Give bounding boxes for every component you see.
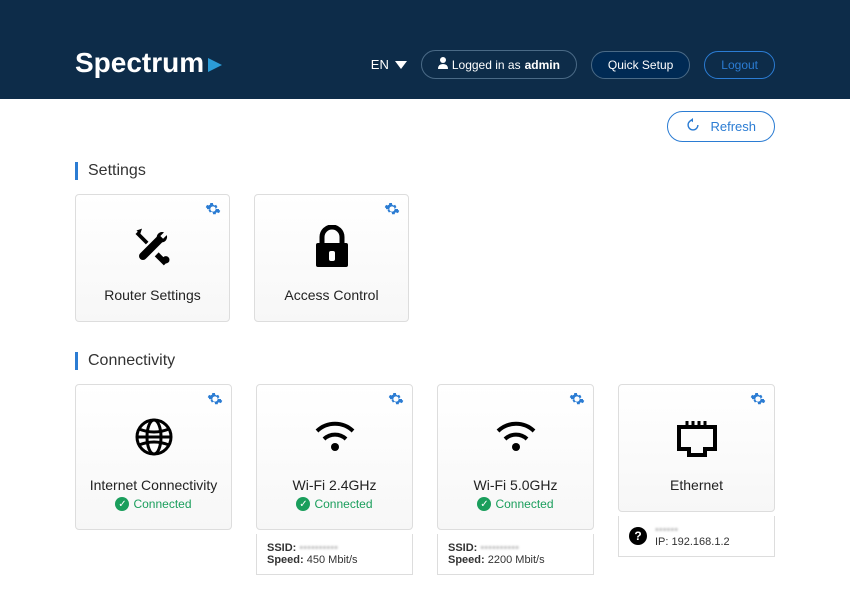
wifi24-details: SSID: •••••••••• Speed: 450 Mbit/s bbox=[256, 534, 413, 575]
question-icon: ? bbox=[629, 527, 647, 545]
wifi24-speed-label: Speed: bbox=[267, 554, 304, 566]
lock-icon bbox=[312, 219, 352, 275]
ethernet-icon bbox=[675, 409, 719, 465]
refresh-label: Refresh bbox=[710, 119, 756, 134]
gear-icon[interactable] bbox=[384, 201, 400, 222]
access-control-label: Access Control bbox=[284, 287, 378, 303]
language-selector[interactable]: EN bbox=[371, 57, 407, 72]
language-label: EN bbox=[371, 57, 389, 72]
wifi50-status-text: Connected bbox=[495, 497, 553, 511]
check-icon: ✓ bbox=[477, 497, 491, 511]
wifi24-block: Wi-Fi 2.4GHz ✓ Connected SSID: •••••••••… bbox=[256, 384, 413, 575]
wifi24-speed-value: 450 Mbit/s bbox=[307, 554, 358, 566]
connectivity-section-title: Connectivity bbox=[75, 352, 775, 370]
wifi50-status: ✓ Connected bbox=[477, 497, 553, 511]
ethernet-name: •••••• bbox=[655, 524, 730, 536]
wifi50-ssid-value: •••••••••• bbox=[480, 542, 519, 554]
check-icon: ✓ bbox=[296, 497, 310, 511]
wifi50-block: Wi-Fi 5.0GHz ✓ Connected SSID: •••••••••… bbox=[437, 384, 594, 575]
internet-card[interactable]: Internet Connectivity ✓ Connected bbox=[75, 384, 232, 530]
quick-setup-button[interactable]: Quick Setup bbox=[591, 51, 690, 79]
ethernet-ip-label: IP: bbox=[655, 536, 668, 548]
wifi50-card[interactable]: Wi-Fi 5.0GHz ✓ Connected bbox=[437, 384, 594, 530]
access-control-card[interactable]: Access Control bbox=[254, 194, 409, 322]
gear-icon[interactable] bbox=[388, 391, 404, 412]
internet-label: Internet Connectivity bbox=[90, 477, 218, 493]
brand-logo: Spectrum bbox=[75, 47, 222, 79]
globe-icon bbox=[134, 409, 174, 465]
wifi50-speed-value: 2200 Mbit/s bbox=[488, 554, 545, 566]
internet-block: Internet Connectivity ✓ Connected bbox=[75, 384, 232, 575]
router-settings-card[interactable]: Router Settings bbox=[75, 194, 230, 322]
wifi50-details: SSID: •••••••••• Speed: 2200 Mbit/s bbox=[437, 534, 594, 575]
logged-in-prefix: Logged in as bbox=[452, 58, 521, 72]
wifi-icon bbox=[496, 409, 536, 465]
internet-status: ✓ Connected bbox=[115, 497, 191, 511]
wifi24-ssid-value: •••••••••• bbox=[299, 542, 338, 554]
header: Spectrum EN Logged in as admin Quick Set… bbox=[0, 0, 850, 99]
wifi24-status: ✓ Connected bbox=[296, 497, 372, 511]
wifi50-label: Wi-Fi 5.0GHz bbox=[474, 477, 558, 493]
ethernet-block: Ethernet ? •••••• IP: 192.168.1.2 bbox=[618, 384, 775, 575]
wifi50-speed-label: Speed: bbox=[448, 554, 485, 566]
ethernet-card[interactable]: Ethernet bbox=[618, 384, 775, 512]
gear-icon[interactable] bbox=[569, 391, 585, 412]
refresh-icon bbox=[686, 118, 700, 135]
content: Settings Router Settings bbox=[0, 142, 850, 575]
ethernet-ip-value: 192.168.1.2 bbox=[672, 536, 730, 548]
ethernet-ip-line: •••••• IP: 192.168.1.2 bbox=[655, 524, 730, 548]
gear-icon[interactable] bbox=[205, 201, 221, 222]
settings-section-title: Settings bbox=[75, 162, 775, 180]
brand-play-icon bbox=[208, 47, 222, 79]
wifi24-status-text: Connected bbox=[314, 497, 372, 511]
gear-icon[interactable] bbox=[207, 391, 223, 412]
topbar: Refresh bbox=[0, 99, 850, 142]
settings-cards: Router Settings Access Control bbox=[75, 194, 775, 322]
internet-status-text: Connected bbox=[133, 497, 191, 511]
gear-icon[interactable] bbox=[750, 391, 766, 412]
user-icon bbox=[438, 57, 448, 72]
wifi24-card[interactable]: Wi-Fi 2.4GHz ✓ Connected bbox=[256, 384, 413, 530]
logged-in-user: admin bbox=[525, 58, 560, 72]
ethernet-label: Ethernet bbox=[670, 477, 723, 493]
connectivity-cards: Internet Connectivity ✓ Connected bbox=[75, 384, 775, 575]
wifi50-ssid-label: SSID: bbox=[448, 542, 477, 554]
refresh-button[interactable]: Refresh bbox=[667, 111, 775, 142]
check-icon: ✓ bbox=[115, 497, 129, 511]
brand-text: Spectrum bbox=[75, 47, 204, 79]
router-settings-label: Router Settings bbox=[104, 287, 201, 303]
wifi-icon bbox=[315, 409, 355, 465]
tools-icon bbox=[131, 219, 175, 275]
logout-button[interactable]: Logout bbox=[704, 51, 775, 79]
logged-in-pill[interactable]: Logged in as admin bbox=[421, 50, 577, 79]
header-right: EN Logged in as admin Quick Setup Logout bbox=[371, 50, 775, 79]
ethernet-details: ? •••••• IP: 192.168.1.2 bbox=[618, 516, 775, 557]
wifi24-ssid-label: SSID: bbox=[267, 542, 296, 554]
wifi24-label: Wi-Fi 2.4GHz bbox=[293, 477, 377, 493]
chevron-down-icon bbox=[395, 57, 407, 72]
